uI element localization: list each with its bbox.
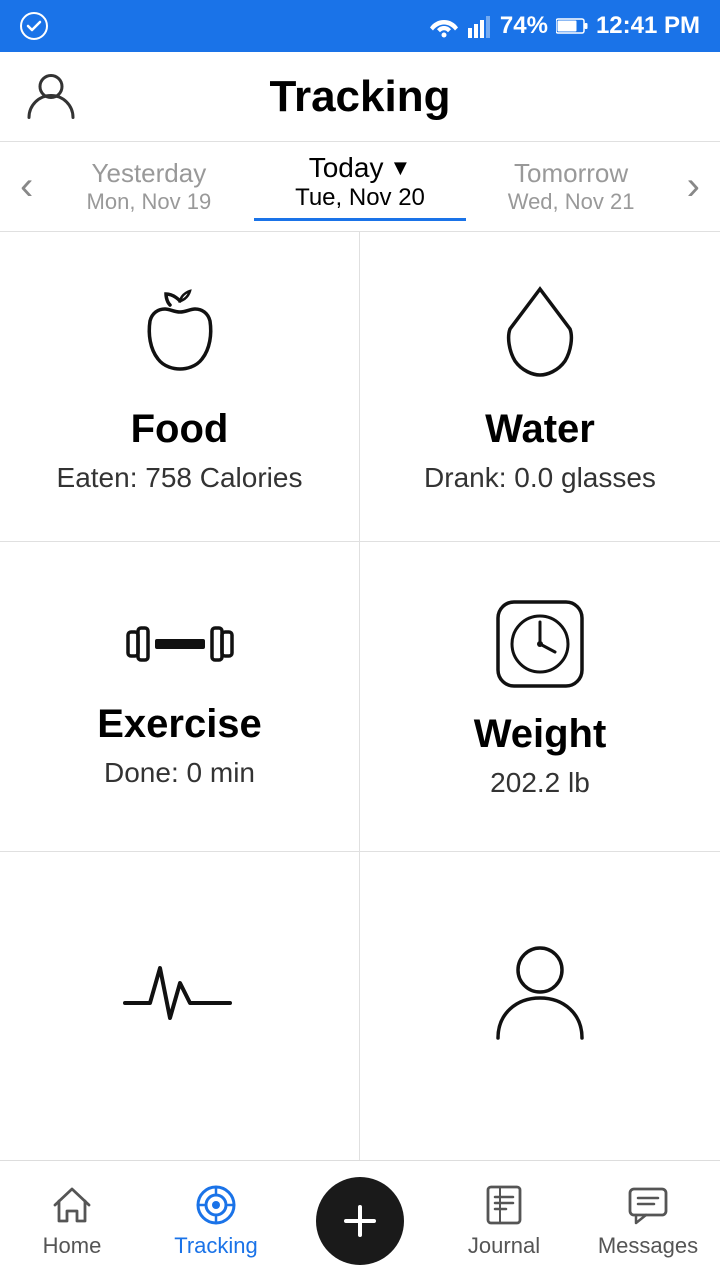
water-icon <box>495 279 585 389</box>
food-icon <box>130 279 230 389</box>
yesterday-section[interactable]: Yesterday Mon, Nov 19 <box>43 158 254 215</box>
water-cell[interactable]: Water Drank: 0.0 glasses <box>360 232 720 542</box>
check-circle-icon <box>20 12 48 40</box>
tracking-label: Tracking <box>174 1233 258 1259</box>
status-right: 74% 12:41 PM <box>428 12 700 40</box>
yesterday-date: Mon, Nov 19 <box>43 189 254 215</box>
tracking-grid: Food Eaten: 758 Calories Water Drank: 0.… <box>0 232 720 1162</box>
water-subtitle: Drank: 0.0 glasses <box>424 462 656 494</box>
water-title: Water <box>485 407 595 452</box>
exercise-cell[interactable]: Exercise Done: 0 min <box>0 542 360 852</box>
today-date: Tue, Nov 20 <box>254 184 465 212</box>
profile-cell[interactable] <box>360 852 720 1162</box>
status-bar: 74% 12:41 PM <box>0 0 720 52</box>
date-nav: ‹ Yesterday Mon, Nov 19 Today ▼ Tue, Nov… <box>0 142 720 232</box>
journal-icon <box>482 1183 526 1227</box>
next-arrow[interactable]: › <box>677 164 710 209</box>
prev-arrow[interactable]: ‹ <box>10 164 43 209</box>
time-display: 12:41 PM <box>596 12 700 40</box>
exercise-icon <box>120 604 240 684</box>
nav-home[interactable]: Home <box>0 1183 144 1259</box>
food-cell[interactable]: Food Eaten: 758 Calories <box>0 232 360 542</box>
today-section[interactable]: Today ▼ Tue, Nov 20 <box>254 152 465 221</box>
weight-cell[interactable]: Weight 202.2 lb <box>360 542 720 852</box>
tracking-icon <box>194 1183 238 1227</box>
status-left <box>20 12 48 40</box>
home-label: Home <box>43 1233 102 1259</box>
exercise-subtitle: Done: 0 min <box>104 757 255 789</box>
home-icon <box>50 1183 94 1227</box>
vitals-icon <box>120 953 240 1033</box>
exercise-title: Exercise <box>97 702 262 747</box>
avatar-icon[interactable] <box>24 67 78 126</box>
messages-icon <box>626 1183 670 1227</box>
journal-label: Journal <box>468 1233 540 1259</box>
plus-icon <box>336 1197 384 1245</box>
nav-add[interactable] <box>288 1177 432 1265</box>
dropdown-arrow-icon: ▼ <box>389 155 411 181</box>
tomorrow-section[interactable]: Tomorrow Wed, Nov 21 <box>466 158 677 215</box>
weight-subtitle: 202.2 lb <box>490 767 590 799</box>
battery-icon <box>556 17 588 35</box>
food-subtitle: Eaten: 758 Calories <box>57 462 303 494</box>
food-title: Food <box>131 407 229 452</box>
nav-journal[interactable]: Journal <box>432 1183 576 1259</box>
bottom-nav: Home Tracking Journal <box>0 1160 720 1280</box>
profile-icon <box>490 938 590 1048</box>
today-label: Today ▼ <box>254 152 465 184</box>
messages-label: Messages <box>598 1233 698 1259</box>
tomorrow-label: Tomorrow <box>466 158 677 189</box>
nav-tracking[interactable]: Tracking <box>144 1183 288 1259</box>
weight-icon <box>490 594 590 694</box>
weight-title: Weight <box>474 712 607 757</box>
battery-percent: 74% <box>500 12 548 40</box>
add-button[interactable] <box>316 1177 404 1265</box>
vitals-cell[interactable] <box>0 852 360 1162</box>
tomorrow-date: Wed, Nov 21 <box>466 189 677 215</box>
nav-messages[interactable]: Messages <box>576 1183 720 1259</box>
wifi-icon <box>428 14 460 38</box>
yesterday-label: Yesterday <box>43 158 254 189</box>
page-title: Tracking <box>270 72 451 122</box>
header: Tracking <box>0 52 720 142</box>
signal-icon <box>468 14 492 38</box>
